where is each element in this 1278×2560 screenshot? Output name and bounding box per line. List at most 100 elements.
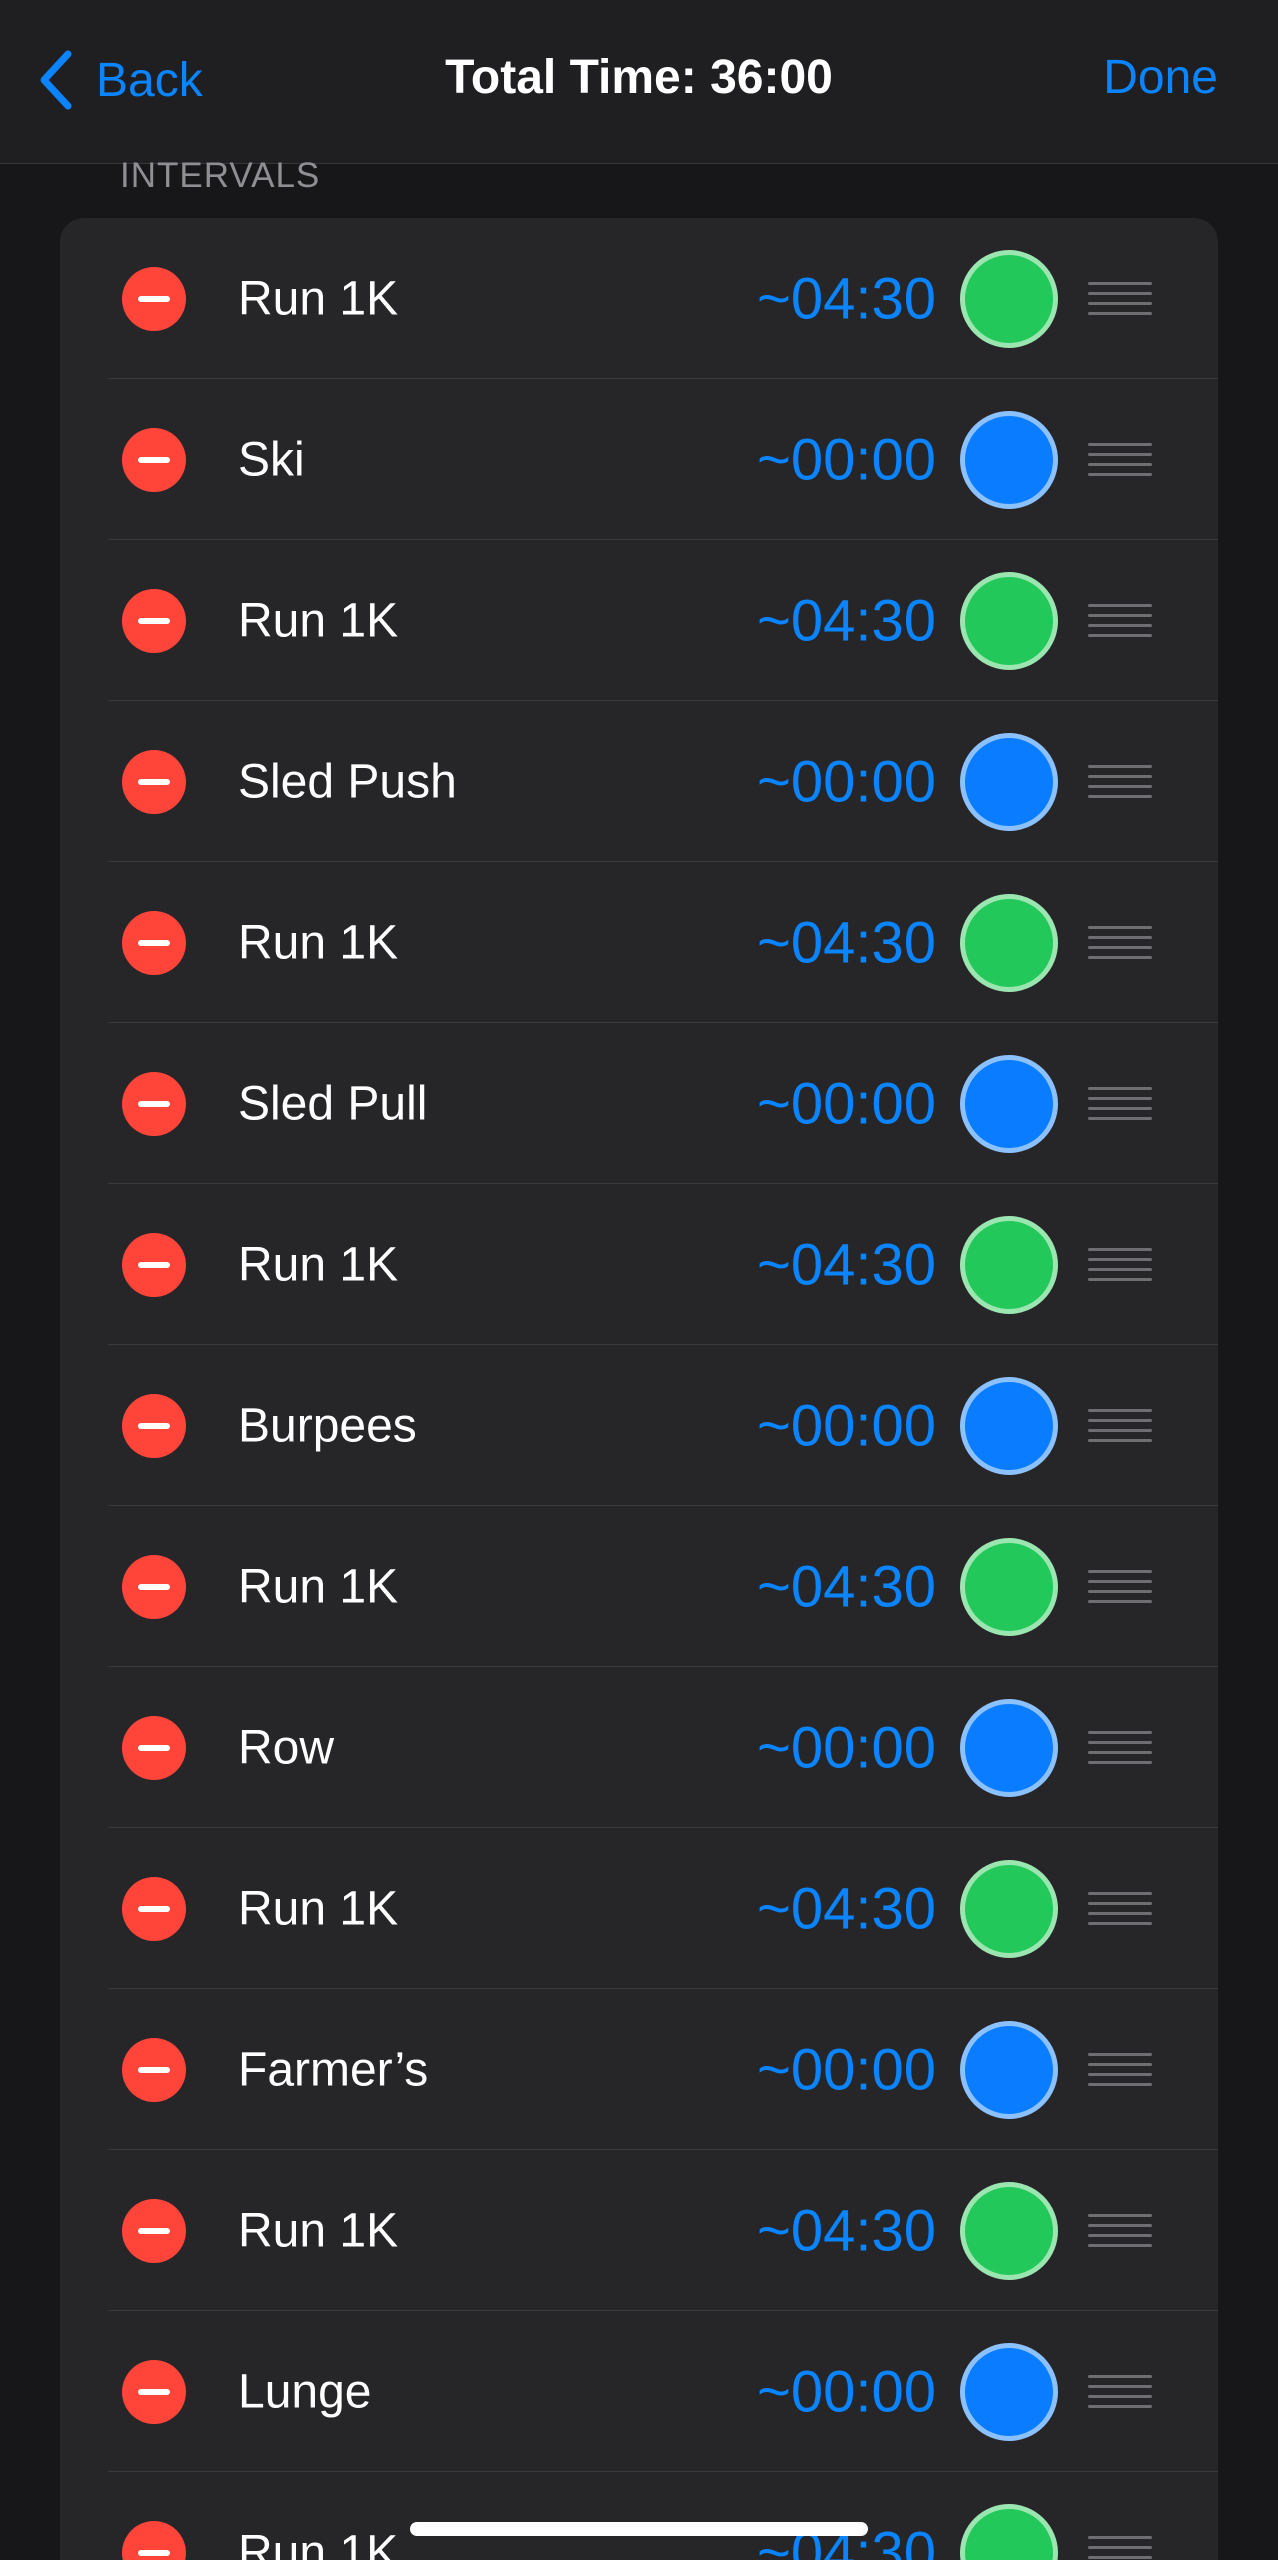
section-header-intervals: INTERVALS <box>120 156 321 195</box>
color-swatch[interactable] <box>960 571 1058 670</box>
reorder-handle-icon[interactable] <box>1088 2213 1152 2248</box>
screen: Back Total Time: 36:00 Done INTERVALS Ru… <box>0 0 1278 2560</box>
interval-time[interactable]: ~00:00 <box>757 1070 936 1137</box>
interval-row[interactable]: Lunge ~00:00 <box>60 2311 1218 2472</box>
interval-label: Run 1K <box>238 916 399 969</box>
reorder-handle-icon[interactable] <box>1088 1569 1152 1604</box>
reorder-handle-icon[interactable] <box>1088 603 1152 638</box>
reorder-handle-icon[interactable] <box>1088 442 1152 477</box>
delete-icon[interactable] <box>122 1876 186 1941</box>
minus-icon <box>138 1100 170 1107</box>
interval-row[interactable]: Run 1K ~04:30 <box>60 862 1218 1023</box>
delete-icon[interactable] <box>122 588 186 653</box>
reorder-handle-icon[interactable] <box>1088 925 1152 960</box>
minus-icon <box>138 1905 170 1912</box>
interval-row[interactable]: Ski ~00:00 <box>60 379 1218 540</box>
delete-icon[interactable] <box>122 2198 186 2263</box>
interval-time[interactable]: ~04:30 <box>757 2197 936 2264</box>
interval-time[interactable]: ~04:30 <box>757 909 936 976</box>
chevron-left-icon <box>40 50 72 110</box>
interval-time[interactable]: ~00:00 <box>757 2036 936 2103</box>
reorder-handle-icon[interactable] <box>1088 1086 1152 1121</box>
color-swatch[interactable] <box>960 1376 1058 1475</box>
minus-icon <box>138 1422 170 1429</box>
interval-time[interactable]: ~00:00 <box>757 2358 936 2425</box>
back-button-label: Back <box>96 53 203 107</box>
color-swatch[interactable] <box>960 893 1058 992</box>
interval-time[interactable]: ~04:30 <box>757 265 936 332</box>
delete-icon[interactable] <box>122 1071 186 1136</box>
reorder-handle-icon[interactable] <box>1088 1891 1152 1926</box>
interval-label: Burpees <box>238 1399 417 1452</box>
delete-icon[interactable] <box>122 1554 186 1619</box>
color-swatch[interactable] <box>960 1215 1058 1314</box>
color-swatch[interactable] <box>960 249 1058 348</box>
color-swatch[interactable] <box>960 2503 1058 2560</box>
color-swatch[interactable] <box>960 2020 1058 2119</box>
delete-icon[interactable] <box>122 1715 186 1780</box>
color-swatch[interactable] <box>960 2342 1058 2441</box>
interval-label: Sled Pull <box>238 1077 428 1130</box>
color-swatch[interactable] <box>960 732 1058 831</box>
interval-row[interactable]: Sled Pull ~00:00 <box>60 1023 1218 1184</box>
interval-row[interactable]: Sled Push ~00:00 <box>60 701 1218 862</box>
delete-icon[interactable] <box>122 1393 186 1458</box>
interval-time[interactable]: ~00:00 <box>757 426 936 493</box>
interval-time[interactable]: ~04:30 <box>757 1875 936 1942</box>
interval-time[interactable]: ~04:30 <box>757 1231 936 1298</box>
interval-time[interactable]: ~00:00 <box>757 1392 936 1459</box>
delete-icon[interactable] <box>122 2520 186 2560</box>
delete-icon[interactable] <box>122 910 186 975</box>
reorder-handle-icon[interactable] <box>1088 2374 1152 2409</box>
delete-icon[interactable] <box>122 2037 186 2102</box>
delete-icon[interactable] <box>122 266 186 331</box>
minus-icon <box>138 1261 170 1268</box>
interval-label: Ski <box>238 433 305 486</box>
reorder-handle-icon[interactable] <box>1088 2535 1152 2560</box>
minus-icon <box>138 2388 170 2395</box>
interval-row[interactable]: Run 1K ~04:30 <box>60 1828 1218 1989</box>
color-swatch[interactable] <box>960 1698 1058 1797</box>
interval-row[interactable]: Run 1K ~04:30 <box>60 1506 1218 1667</box>
minus-icon <box>138 778 170 785</box>
delete-icon[interactable] <box>122 1232 186 1297</box>
reorder-handle-icon[interactable] <box>1088 764 1152 799</box>
interval-label: Run 1K <box>238 2526 399 2560</box>
interval-label: Run 1K <box>238 1882 399 1935</box>
color-swatch[interactable] <box>960 1859 1058 1958</box>
color-swatch[interactable] <box>960 410 1058 509</box>
reorder-handle-icon[interactable] <box>1088 281 1152 316</box>
minus-icon <box>138 617 170 624</box>
interval-row[interactable]: Farmer’s ~00:00 <box>60 1989 1218 2150</box>
minus-icon <box>138 939 170 946</box>
minus-icon <box>138 2227 170 2234</box>
interval-row[interactable]: Run 1K ~04:30 <box>60 2472 1218 2560</box>
delete-icon[interactable] <box>122 2359 186 2424</box>
delete-icon[interactable] <box>122 749 186 814</box>
interval-time[interactable]: ~00:00 <box>757 1714 936 1781</box>
interval-label: Run 1K <box>238 2204 399 2257</box>
interval-row[interactable]: Run 1K ~04:30 <box>60 1184 1218 1345</box>
color-swatch[interactable] <box>960 1537 1058 1636</box>
reorder-handle-icon[interactable] <box>1088 1730 1152 1765</box>
interval-row[interactable]: Run 1K ~04:30 <box>60 540 1218 701</box>
interval-time[interactable]: ~00:00 <box>757 748 936 815</box>
interval-label: Lunge <box>238 2365 372 2418</box>
interval-row[interactable]: Run 1K ~04:30 <box>60 218 1218 379</box>
reorder-handle-icon[interactable] <box>1088 2052 1152 2087</box>
interval-row[interactable]: Run 1K ~04:30 <box>60 2150 1218 2311</box>
reorder-handle-icon[interactable] <box>1088 1247 1152 1282</box>
interval-time[interactable]: ~04:30 <box>757 587 936 654</box>
minus-icon <box>138 1583 170 1590</box>
interval-time[interactable]: ~04:30 <box>757 1553 936 1620</box>
reorder-handle-icon[interactable] <box>1088 1408 1152 1443</box>
interval-row[interactable]: Row ~00:00 <box>60 1667 1218 1828</box>
delete-icon[interactable] <box>122 427 186 492</box>
done-button[interactable]: Done <box>1103 50 1218 105</box>
color-swatch[interactable] <box>960 2181 1058 2280</box>
interval-label: Row <box>238 1721 335 1774</box>
interval-row[interactable]: Burpees ~00:00 <box>60 1345 1218 1506</box>
interval-label: Run 1K <box>238 1560 399 1613</box>
back-button[interactable]: Back <box>34 44 203 116</box>
color-swatch[interactable] <box>960 1054 1058 1153</box>
